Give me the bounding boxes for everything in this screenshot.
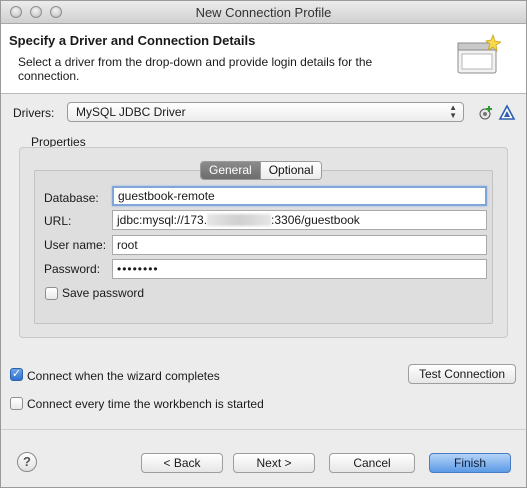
url-value-prefix: jdbc:mysql://173. xyxy=(117,213,208,227)
properties-tabs: General Optional xyxy=(200,161,323,180)
username-input[interactable]: root xyxy=(112,235,487,255)
wizard-window-icon xyxy=(457,33,501,74)
footer-divider xyxy=(1,429,526,430)
wizard-banner: Specify a Driver and Connection Details … xyxy=(1,24,526,94)
database-label: Database: xyxy=(44,191,99,205)
password-input[interactable]: •••••••• xyxy=(112,259,487,279)
redacted-ip xyxy=(207,214,272,226)
back-button[interactable]: < Back xyxy=(141,453,223,473)
password-label: Password: xyxy=(44,262,101,276)
driver-select[interactable]: MySQL JDBC Driver ▲ ▼ xyxy=(67,102,464,122)
url-input[interactable]: jdbc:mysql://173. :3306/guestbook xyxy=(112,210,487,230)
edit-driver-icon[interactable] xyxy=(498,104,516,122)
save-password-label: Save password xyxy=(62,286,145,300)
tab-general[interactable]: General xyxy=(201,162,260,179)
window-title: New Connection Profile xyxy=(195,5,332,20)
url-label: URL: xyxy=(44,214,72,228)
save-password-checkbox[interactable] xyxy=(45,287,58,300)
banner-description: Select a driver from the drop-down and p… xyxy=(18,55,373,83)
dialog-window: New Connection Profile Specify a Driver … xyxy=(0,0,527,488)
finish-button[interactable]: Finish xyxy=(429,453,511,473)
new-driver-icon[interactable] xyxy=(477,104,495,122)
url-value-suffix: :3306/guestbook xyxy=(271,213,360,227)
title-bar: New Connection Profile xyxy=(1,1,526,24)
help-button[interactable]: ? xyxy=(17,452,37,472)
chevron-updown-icon: ▲ ▼ xyxy=(449,103,457,120)
test-connection-button[interactable]: Test Connection xyxy=(408,364,516,384)
next-button[interactable]: Next > xyxy=(233,453,315,473)
database-input[interactable]: guestbook-remote xyxy=(112,186,487,206)
drivers-label: Drivers: xyxy=(13,106,55,120)
connect-every-time-checkbox[interactable] xyxy=(10,397,23,410)
connect-on-complete-label: Connect when the wizard completes xyxy=(27,369,220,383)
username-label: User name: xyxy=(44,238,107,252)
banner-title: Specify a Driver and Connection Details xyxy=(9,33,256,48)
driver-select-value: MySQL JDBC Driver xyxy=(76,105,186,119)
tab-optional[interactable]: Optional xyxy=(259,162,322,179)
cancel-button[interactable]: Cancel xyxy=(329,453,415,473)
connect-on-complete-checkbox[interactable]: ✓ xyxy=(10,368,23,381)
connect-every-time-label: Connect every time the workbench is star… xyxy=(27,397,264,411)
